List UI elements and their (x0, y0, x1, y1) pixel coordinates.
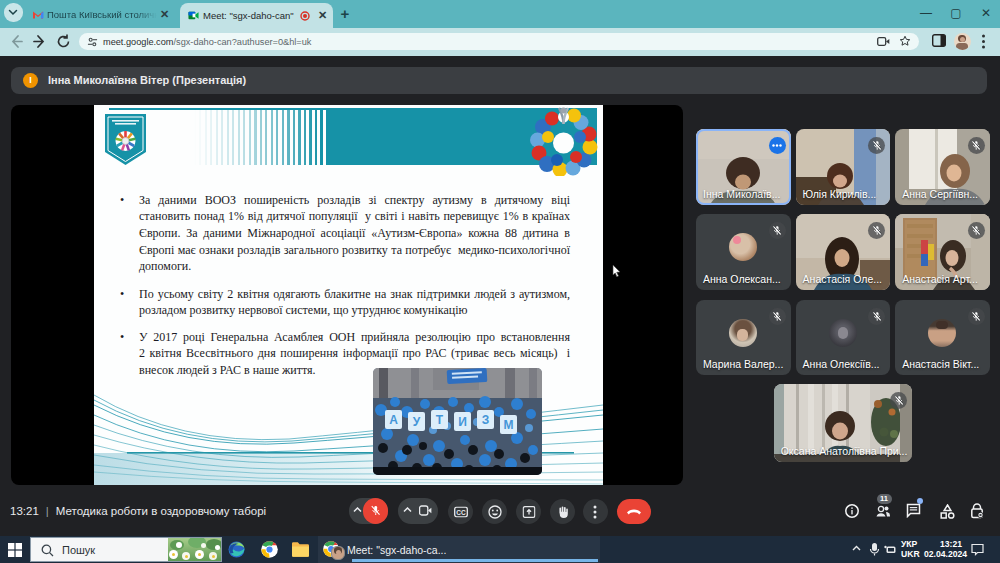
svg-text:У: У (412, 415, 420, 429)
svg-text:Т: Т (435, 413, 443, 427)
svg-text:А: А (389, 413, 398, 427)
svg-text:М: М (503, 418, 513, 432)
svg-text:И: И (458, 415, 467, 429)
svg-text:CC: CC (456, 508, 466, 515)
svg-text:З: З (481, 413, 489, 427)
